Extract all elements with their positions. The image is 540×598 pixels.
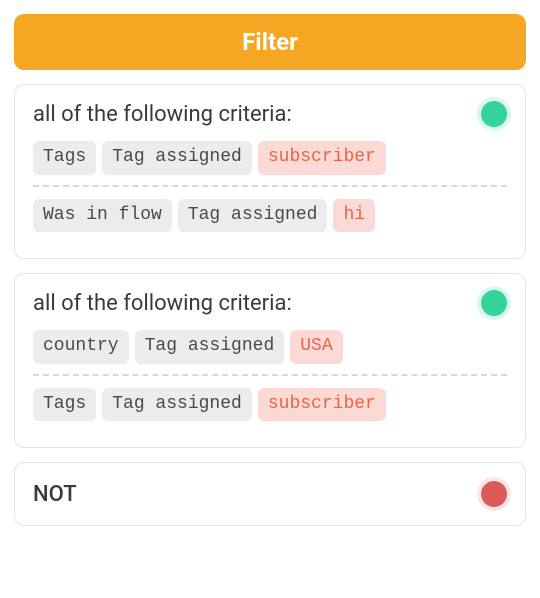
group-header: all of the following criteria:	[33, 101, 507, 127]
criteria-chip[interactable]: Tag assigned	[102, 141, 252, 175]
filter-header: Filter	[14, 14, 526, 70]
criteria-row: Was in flow Tag assigned hi	[33, 199, 507, 233]
criteria-chip[interactable]: country	[33, 330, 129, 364]
criteria-row: Tags Tag assigned subscriber	[33, 388, 507, 422]
criteria-chip-value[interactable]: hi	[333, 199, 375, 233]
status-indicator-icon[interactable]	[481, 101, 507, 127]
criteria-group: all of the following criteria: country T…	[14, 273, 526, 448]
row-divider	[33, 374, 507, 376]
criteria-chip[interactable]: Tag assigned	[135, 330, 285, 364]
not-group: NOT	[14, 462, 526, 526]
group-title: all of the following criteria:	[33, 291, 292, 316]
criteria-chip-value[interactable]: USA	[290, 330, 342, 364]
status-indicator-icon[interactable]	[481, 290, 507, 316]
criteria-chip[interactable]: Tag assigned	[178, 199, 328, 233]
criteria-chip[interactable]: Tags	[33, 141, 96, 175]
criteria-row: Tags Tag assigned subscriber	[33, 141, 507, 175]
criteria-chip-value[interactable]: subscriber	[258, 388, 386, 422]
status-indicator-icon[interactable]	[481, 481, 507, 507]
criteria-chip[interactable]: Tag assigned	[102, 388, 252, 422]
criteria-chip[interactable]: Was in flow	[33, 199, 172, 233]
criteria-chip[interactable]: Tags	[33, 388, 96, 422]
row-divider	[33, 185, 507, 187]
not-label: NOT	[33, 482, 77, 507]
group-header: all of the following criteria:	[33, 290, 507, 316]
criteria-chip-value[interactable]: subscriber	[258, 141, 386, 175]
group-title: all of the following criteria:	[33, 102, 292, 127]
filter-title: Filter	[242, 28, 298, 56]
criteria-row: country Tag assigned USA	[33, 330, 507, 364]
criteria-group: all of the following criteria: Tags Tag …	[14, 84, 526, 259]
